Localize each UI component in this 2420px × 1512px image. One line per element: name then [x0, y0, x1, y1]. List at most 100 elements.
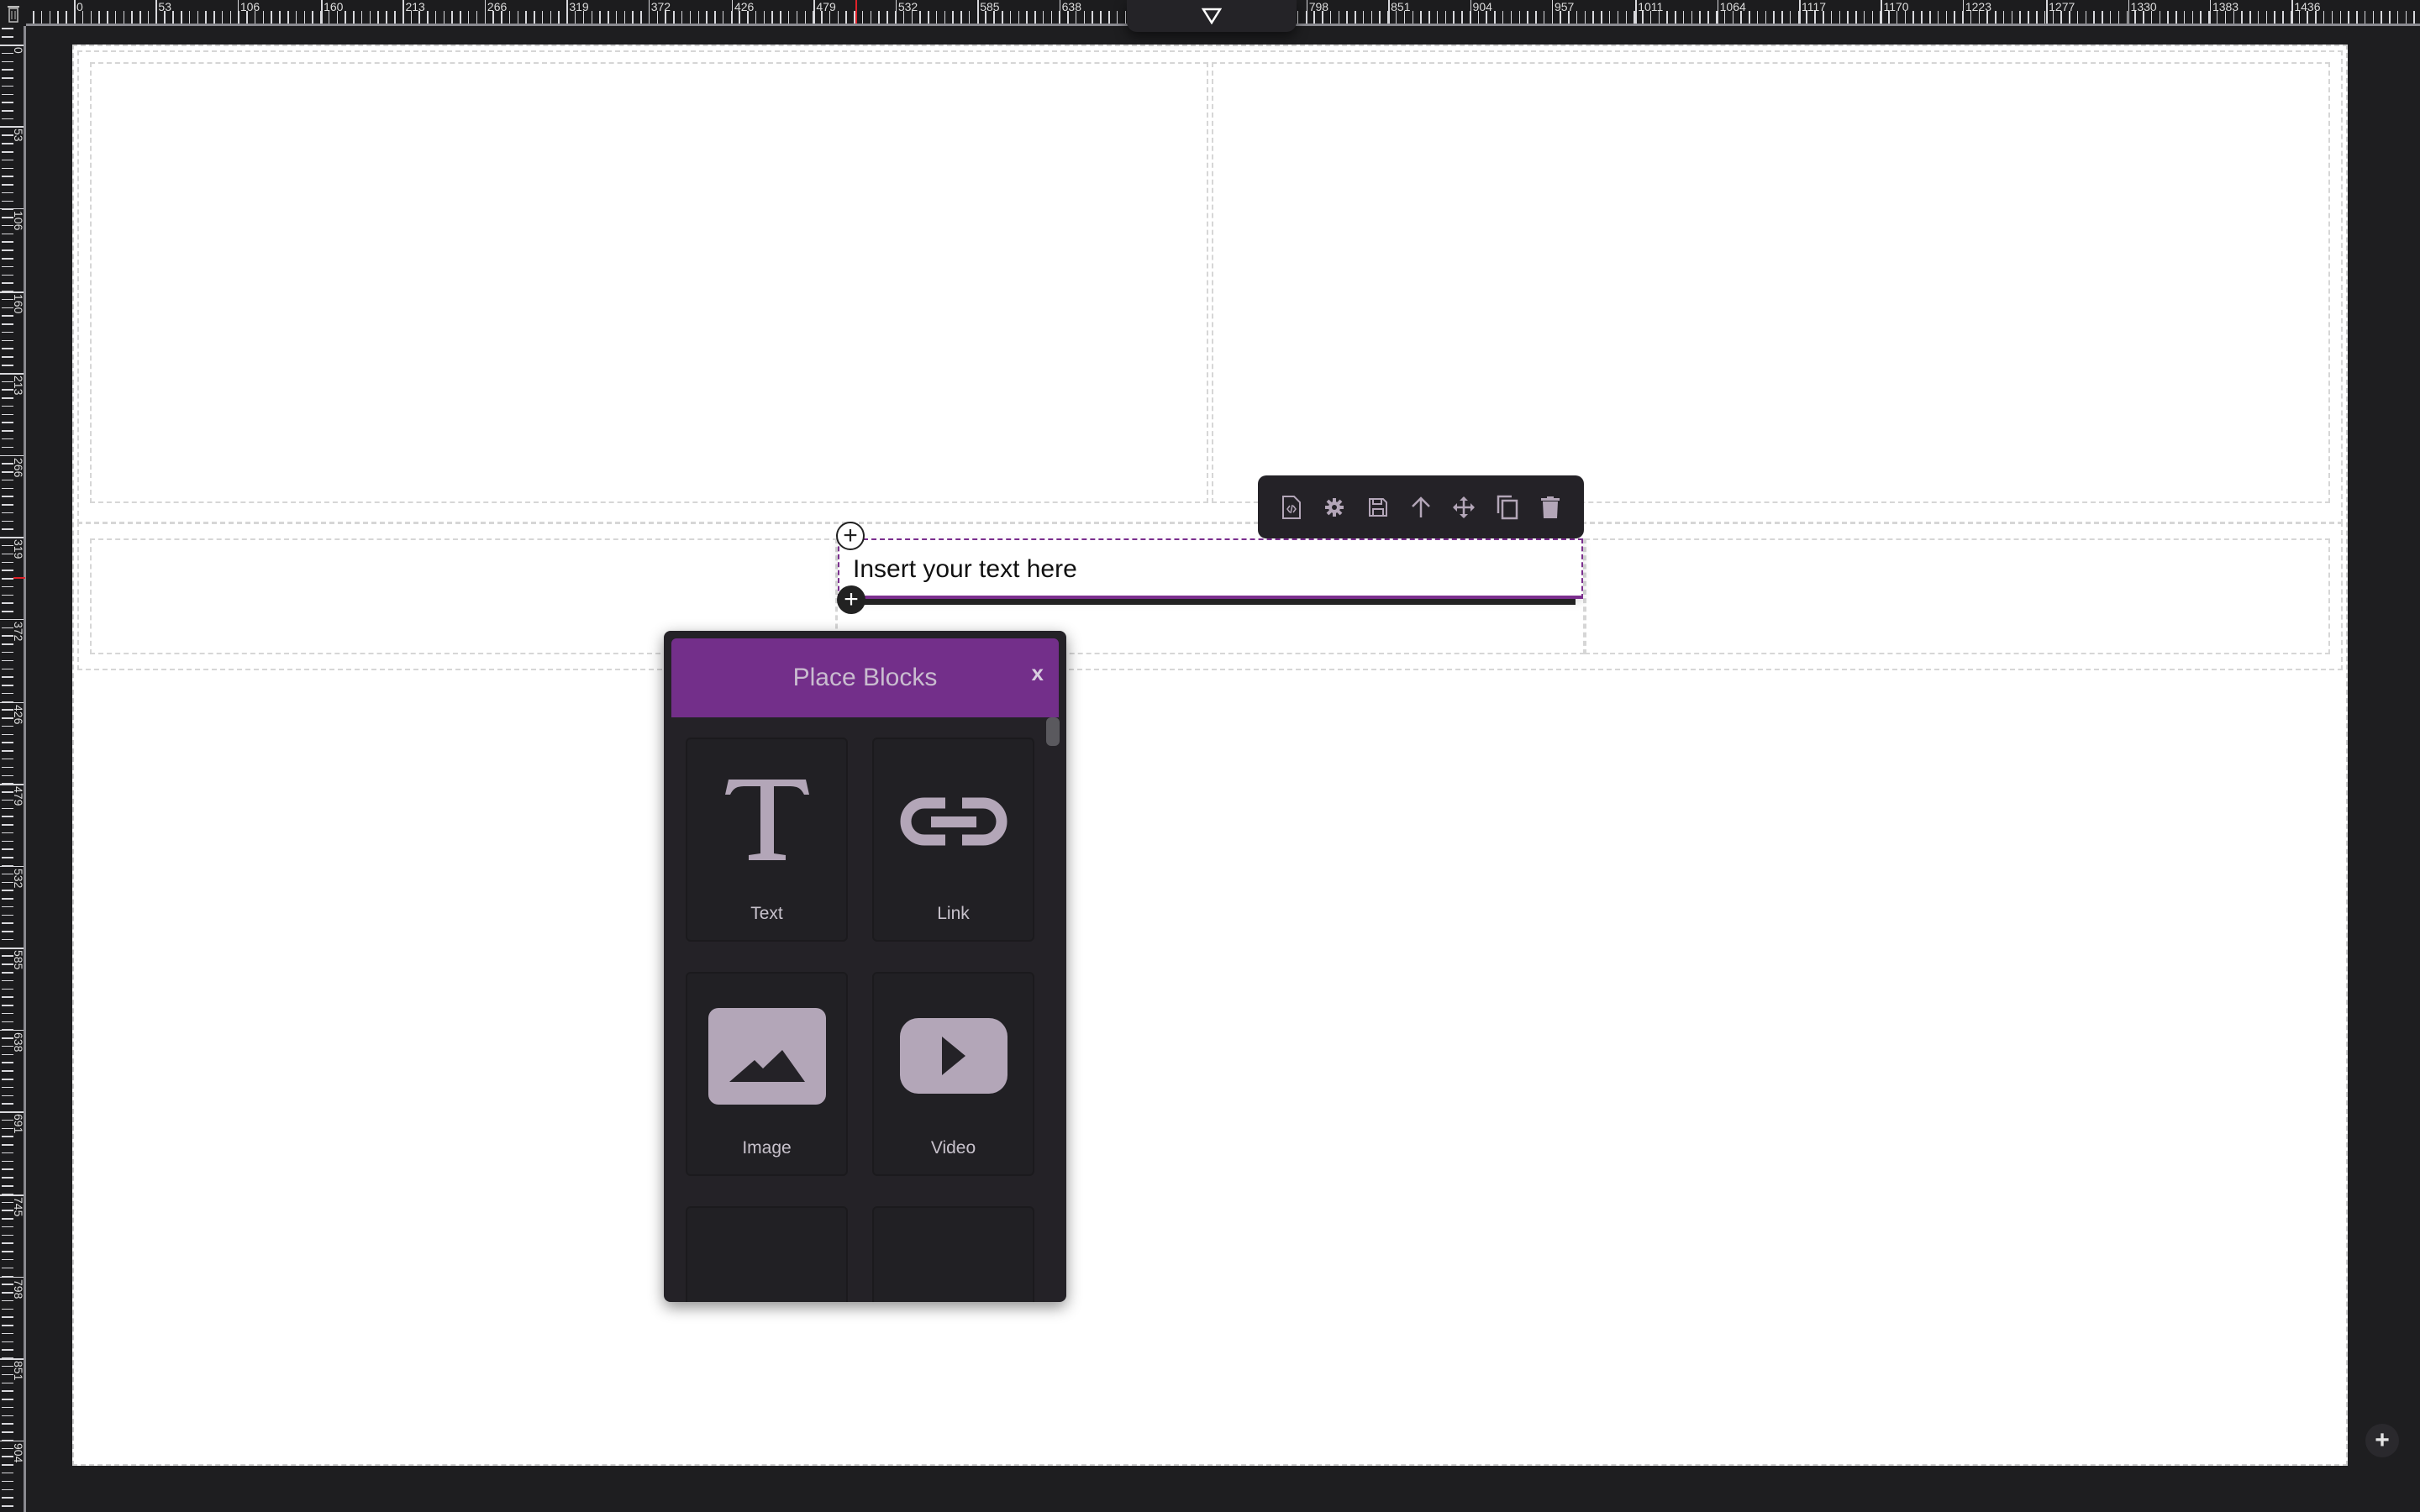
add-block-above-button[interactable]: +	[836, 522, 865, 550]
ruler-tick	[2, 118, 13, 120]
ruler-tick	[1773, 11, 1775, 24]
ruler-major-tick	[2209, 0, 2212, 24]
ruler-major-tick	[1717, 0, 1719, 24]
text-block-content[interactable]: Insert your text here	[853, 555, 1077, 584]
top-ruler-label: 1330	[2130, 0, 2157, 13]
panel-toggle-button[interactable]	[1127, 0, 1297, 32]
ruler-tick	[845, 11, 847, 24]
ruler-tick	[541, 11, 544, 24]
ruler-tick	[2, 167, 13, 170]
ruler-tick	[2, 487, 13, 490]
ruler-tick	[2, 85, 13, 87]
ruler-tick	[303, 11, 306, 24]
block-link[interactable]: Link	[872, 738, 1034, 942]
ruler-tick	[1510, 11, 1512, 24]
block-columns[interactable]	[686, 1206, 848, 1302]
top-ruler-label: 426	[734, 0, 755, 13]
code-file-icon[interactable]	[1275, 491, 1308, 524]
scrollbar[interactable]	[1046, 717, 1060, 746]
ruler-tick	[1691, 11, 1693, 24]
text-icon	[687, 763, 846, 880]
ruler-major-tick	[0, 865, 24, 868]
add-block-below-button[interactable]: +	[837, 585, 865, 614]
ruler-tick	[2085, 11, 2087, 24]
move-icon[interactable]	[1447, 491, 1481, 524]
left-ruler-label: 213	[12, 375, 25, 396]
ruler-major-tick	[0, 537, 24, 538]
ruler-tick	[673, 11, 675, 24]
ruler-tick	[2, 1415, 13, 1417]
ruler-tick	[360, 11, 363, 24]
section-1-column-left[interactable]	[90, 62, 1208, 503]
section-2-column-right[interactable]	[1585, 538, 2330, 654]
ruler-major-tick	[1470, 0, 1472, 24]
ruler-major-tick	[0, 454, 24, 457]
top-ruler-label: 372	[650, 0, 671, 13]
ruler-tick	[2348, 11, 2349, 24]
ruler-tick	[66, 11, 67, 24]
block-text[interactable]: Text	[686, 738, 848, 942]
ruler-tick	[960, 11, 962, 24]
ruler-tick	[2, 1079, 13, 1080]
block-form[interactable]	[872, 1206, 1034, 1302]
ruler-tick	[1912, 11, 1914, 24]
ruler-tick	[2036, 11, 2038, 24]
ruler-tick	[2, 685, 13, 686]
ruler-tick	[837, 11, 839, 24]
ruler-tick	[172, 11, 174, 24]
text-block[interactable]: Insert your text here	[838, 538, 1583, 599]
ruler-tick	[2, 323, 13, 325]
ruler-tick	[2331, 11, 2333, 24]
ruler-tick	[451, 11, 453, 24]
arrow-up-icon[interactable]	[1404, 491, 1438, 524]
left-ruler[interactable]: 0 53 106 160 213 266 319 372 426 479 532 585 638 691 7…	[0, 0, 26, 1512]
ruler-tick	[2, 750, 13, 752]
trash-icon[interactable]	[1534, 491, 1567, 524]
top-ruler-label: 532	[897, 0, 918, 13]
ruler-tick	[460, 11, 461, 24]
ruler-major-tick	[0, 1111, 24, 1113]
ruler-tick	[2356, 11, 2358, 24]
section-1-column-right[interactable]	[1212, 62, 2330, 503]
close-button[interactable]: x	[1032, 660, 1044, 686]
ruler-tick	[1543, 11, 1545, 24]
ruler-tick	[2, 1332, 13, 1335]
add-section-button[interactable]: +	[2365, 1424, 2399, 1457]
gear-icon[interactable]	[1318, 491, 1351, 524]
block-image[interactable]: Image	[686, 972, 848, 1176]
place-blocks-header[interactable]: Place Blocks x	[671, 638, 1059, 717]
top-ruler-label: 53	[158, 0, 171, 13]
ruler-tick	[2, 184, 13, 186]
ruler-tick	[2413, 11, 2415, 24]
ruler-tick	[755, 11, 757, 24]
top-ruler-label: 638	[1061, 0, 1081, 13]
ruler-tick	[2, 520, 13, 522]
ruler-tick	[2, 832, 13, 834]
ruler-tick	[2, 1472, 13, 1474]
ruler-tick	[295, 11, 297, 24]
block-video[interactable]: Video	[872, 972, 1034, 1176]
ruler-tick	[640, 11, 642, 24]
ruler-tick	[213, 11, 215, 24]
ruler-tick	[952, 11, 954, 24]
left-ruler-label: 798	[12, 1278, 25, 1299]
ruler-tick	[2, 1251, 13, 1252]
ruler-corner-trash-icon[interactable]	[0, 0, 26, 26]
ruler-tick	[2, 668, 13, 670]
ruler-tick	[2, 972, 13, 974]
ruler-tick	[886, 11, 888, 24]
ruler-tick	[2, 110, 13, 112]
ruler-tick	[2, 528, 13, 530]
ruler-tick	[2, 1021, 13, 1023]
copy-icon[interactable]	[1491, 491, 1524, 524]
ruler-tick	[1921, 11, 1923, 24]
ruler-major-tick	[0, 207, 24, 210]
ruler-tick	[262, 11, 265, 24]
ruler-tick	[188, 11, 191, 24]
ruler-tick	[2, 692, 13, 695]
save-icon[interactable]	[1361, 491, 1395, 524]
ruler-tick	[2, 1168, 13, 1170]
ruler-tick	[1108, 11, 1110, 24]
ruler-tick	[1116, 11, 1118, 24]
ruler-tick	[2, 28, 13, 29]
